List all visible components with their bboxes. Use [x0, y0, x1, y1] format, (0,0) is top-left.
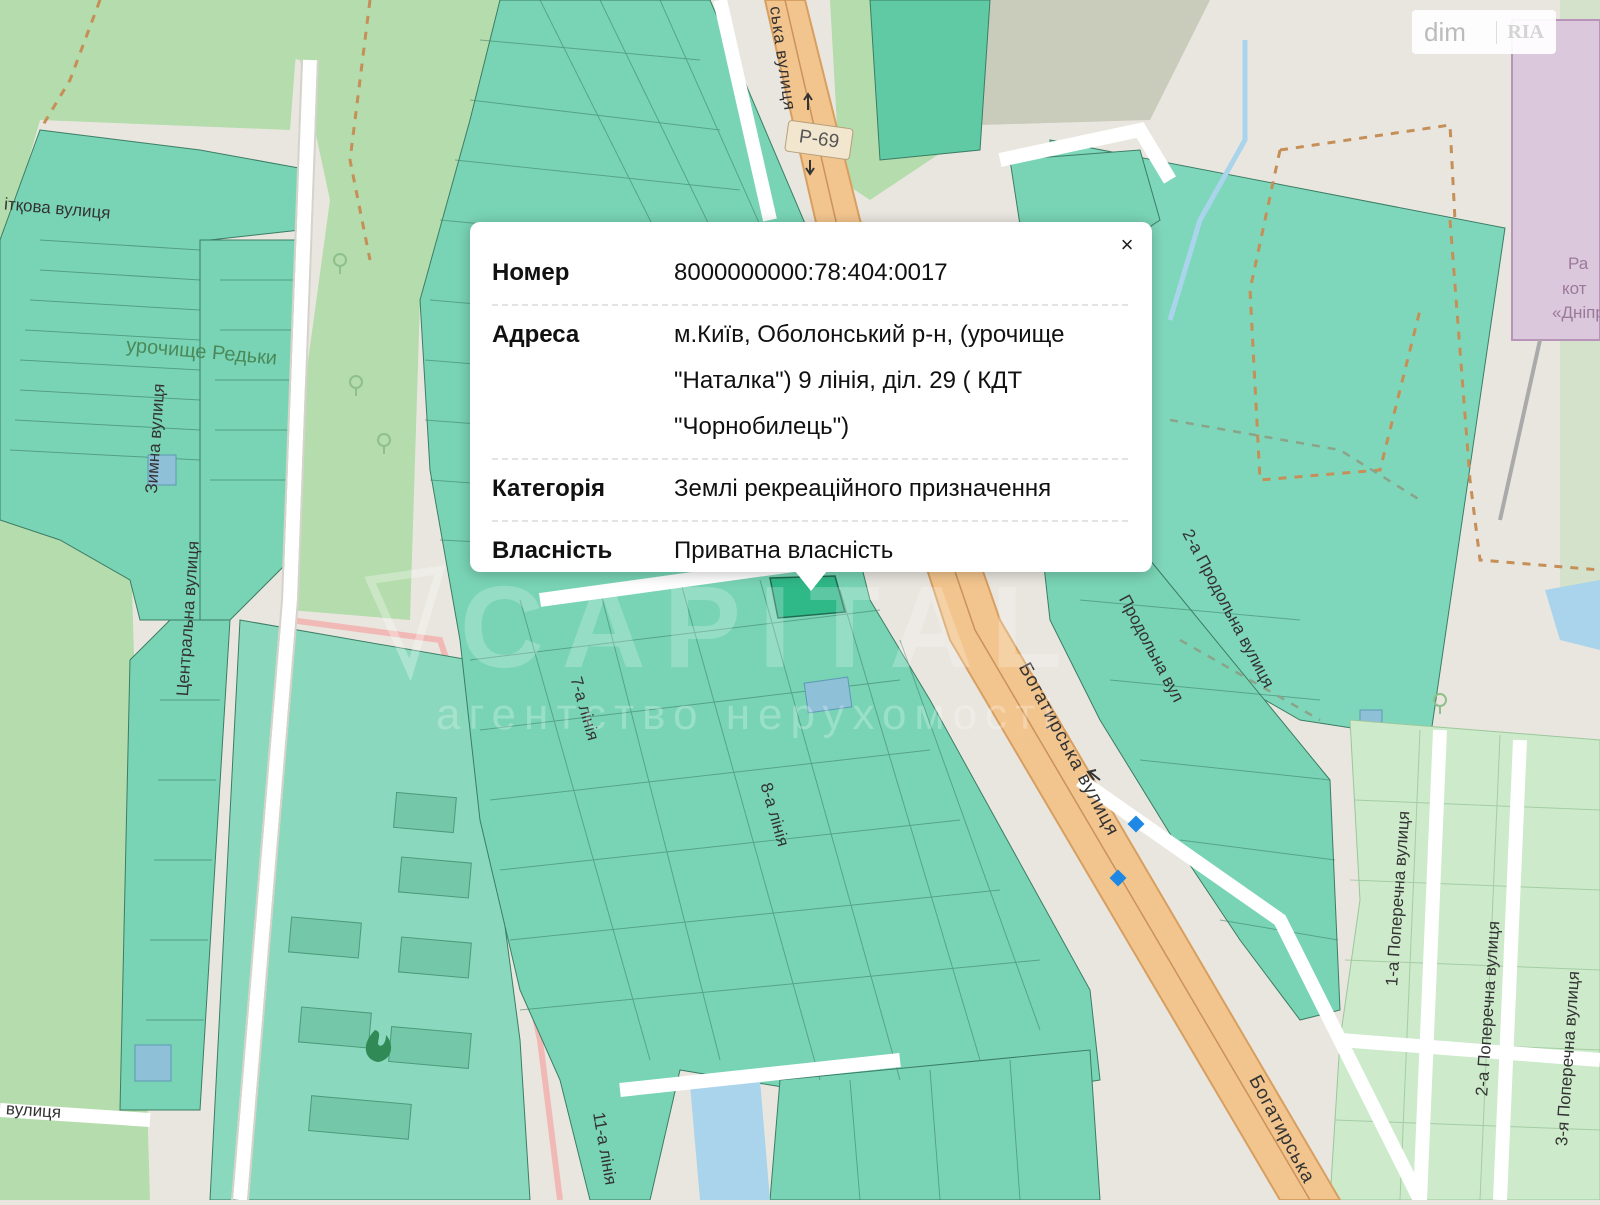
info-row-number: Номер 8000000000:78:404:0017 [492, 244, 1128, 306]
label-street-bottom-left: вулиця [5, 1099, 62, 1122]
popup-pointer [795, 571, 827, 591]
cadastral-map[interactable]: ітқова вулиця Центральна вулиця Зимна ву… [0, 0, 1600, 1204]
parcel-info-table: Номер 8000000000:78:404:0017 Адреса м.Ки… [492, 244, 1128, 582]
info-label: Адреса [492, 321, 580, 348]
label-right-edge-3: «Дніпро [1552, 303, 1600, 322]
watermark-brand: dim [1424, 16, 1466, 47]
info-label: Номер [492, 259, 570, 286]
watermark-brand-suffix: RIA [1496, 20, 1544, 44]
info-value: м.Київ, Оболонський р-н, (урочище "Натал… [674, 321, 1065, 440]
info-value: Землі рекреаційного призначення [674, 475, 1052, 502]
info-label: Власність [492, 537, 613, 564]
parcel-info-popup: × Номер 8000000000:78:404:0017 Адреса м.… [470, 222, 1152, 572]
info-row-category: Категорія Землі рекреаційного призначенн… [492, 460, 1128, 522]
info-value: Приватна власність [674, 537, 894, 564]
map-canvas[interactable] [0, 0, 1600, 1204]
info-row-address: Адреса м.Київ, Оболонський р-н, (урочище… [492, 306, 1128, 460]
info-label: Категорія [492, 475, 606, 502]
info-value: 8000000000:78:404:0017 [674, 259, 948, 286]
route-shield-label: Р-69 [797, 126, 841, 153]
label-right-edge-1: Ра [1568, 254, 1589, 273]
label-right-edge-2: кот [1562, 279, 1587, 298]
dim-ria-watermark: dim RIA [1412, 10, 1556, 54]
